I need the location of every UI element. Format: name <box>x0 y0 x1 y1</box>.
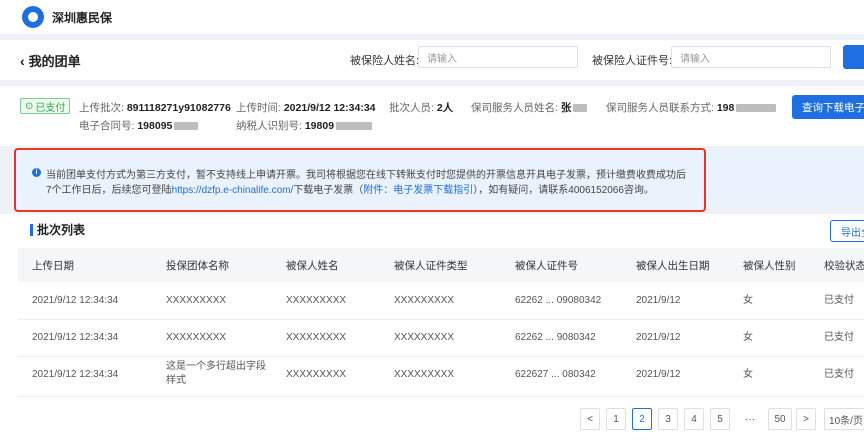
page-ellipsis[interactable]: ··· <box>738 408 762 430</box>
check-circle-icon: ⊙ <box>25 100 34 112</box>
batch-people: 批次人员: 2人 <box>389 102 454 114</box>
insured-id-label: 被保险人证件号: <box>592 55 673 67</box>
row-divider <box>18 319 864 320</box>
table-cell: XXXXXXXXX <box>394 332 455 343</box>
table-cell: 已支付 <box>824 332 854 343</box>
batch-info-panel: ⊙ 已支付 上传批次: 891118271y91082776 上传时间: 202… <box>0 86 864 146</box>
insured-name-input[interactable]: 请输入 <box>418 46 578 68</box>
table-cell: 女 <box>743 295 753 306</box>
table-cell: 这是一个多行超出字段样式 <box>166 361 266 386</box>
row-divider <box>18 396 864 397</box>
table-cell: XXXXXXXXX <box>286 295 347 306</box>
service-name: 保司服务人员姓名: 张 <box>471 100 588 115</box>
export-all-button[interactable]: 导出全部 <box>830 220 864 242</box>
table-cell: XXXXXXXXX <box>286 369 347 380</box>
upload-time: 上传时间: 2021/9/12 12:34:34 <box>236 102 376 114</box>
table-cell: 女 <box>743 332 753 343</box>
page-button[interactable]: 1 <box>606 408 626 430</box>
table-cell: 已支付 <box>824 369 854 380</box>
app-topbar: 深圳惠民保 <box>0 0 864 34</box>
column-header: 被保人证件类型 <box>394 260 468 272</box>
table-cell: 2021/9/12 12:34:34 <box>32 332 119 343</box>
app-name: 深圳惠民保 <box>52 10 113 25</box>
table-cell: 622627 ... 080342 <box>515 369 596 380</box>
table-cell: 2021/9/12 <box>636 332 681 343</box>
chevron-left-icon: ‹ <box>20 52 25 69</box>
page-button[interactable]: 5 <box>710 408 730 430</box>
batch-list-title: 批次列表 <box>30 224 85 236</box>
table-cell: 62262 ... 09080342 <box>515 295 602 306</box>
table-cell: 2021/9/12 12:34:34 <box>32 369 119 380</box>
taxpayer-id: 纳税人识别号: 19809 <box>236 118 373 133</box>
batch-number: 上传批次: 891118271y91082776 <box>79 102 231 114</box>
invoice-guide-link[interactable]: 附件：电子发票下载指引 <box>363 185 473 196</box>
search-button[interactable] <box>843 45 864 69</box>
table-cell: XXXXXXXXX <box>394 295 455 306</box>
column-header: 被保人姓名 <box>286 260 339 272</box>
column-header: 投保团体名称 <box>166 260 229 272</box>
row-divider <box>18 356 864 357</box>
insured-name-label: 被保险人姓名: <box>350 55 420 67</box>
query-download-invoice-button[interactable]: 查询下载电子发票 <box>792 95 864 119</box>
table-cell: 2021/9/12 <box>636 369 681 380</box>
table-cell: 2021/9/12 12:34:34 <box>32 295 119 306</box>
table-cell: 已支付 <box>824 295 854 306</box>
column-header: 上传日期 <box>32 260 74 272</box>
table-cell: 62262 ... 9080342 <box>515 332 596 343</box>
contract-number: 电子合同号: 198095 <box>79 118 199 133</box>
table-cell: XXXXXXXXX <box>394 369 455 380</box>
service-contact: 保司服务人员联系方式: 198 <box>606 100 777 115</box>
invoice-site-link[interactable]: https://dzfp.e-chinalife.com/ <box>172 185 294 196</box>
batch-list-panel: 批次列表 导出全部 上传日期 投保团体名称 被保人姓名 被保人证件类型 被保人证… <box>0 214 864 443</box>
notice-line-1: 当前团单支付方式为第三方支付，暂不支持线上申请开票。我司将根据您在线下转账支付时… <box>46 170 686 181</box>
status-badge: ⊙ 已支付 <box>20 98 71 114</box>
app-logo-icon <box>22 6 44 28</box>
column-header: 校验状态 <box>824 260 864 272</box>
page-button[interactable]: 4 <box>684 408 704 430</box>
page-button[interactable]: 50 <box>768 408 792 430</box>
insured-id-input[interactable]: 请输入 <box>671 46 831 68</box>
table-cell: XXXXXXXXX <box>166 332 227 343</box>
page-button[interactable]: 3 <box>658 408 678 430</box>
page-button-active[interactable]: 2 <box>632 408 652 430</box>
page-title: 我的团单 <box>28 54 81 69</box>
column-header: 被保人出生日期 <box>636 260 710 272</box>
info-icon: i <box>32 168 41 177</box>
page-header: ‹ 我的团单 被保险人姓名: 请输入 被保险人证件号: 请输入 <box>0 40 864 80</box>
page-size-select[interactable]: 10条/页 <box>824 408 864 430</box>
next-page-button[interactable]: > <box>796 408 816 430</box>
prev-page-button[interactable]: < <box>580 408 600 430</box>
column-header: 被保人证件号 <box>515 260 578 272</box>
back-button[interactable]: ‹ 我的团单 <box>20 51 81 70</box>
table-cell: XXXXXXXXX <box>286 332 347 343</box>
table-cell: 女 <box>743 369 753 380</box>
table-cell: XXXXXXXXX <box>166 295 227 306</box>
notice-line-2: 7个工作日后，后续您可登陆https://dzfp.e-chinalife.co… <box>46 185 654 196</box>
table-cell: 2021/9/12 <box>636 295 681 306</box>
column-header: 被保人性别 <box>743 260 796 272</box>
